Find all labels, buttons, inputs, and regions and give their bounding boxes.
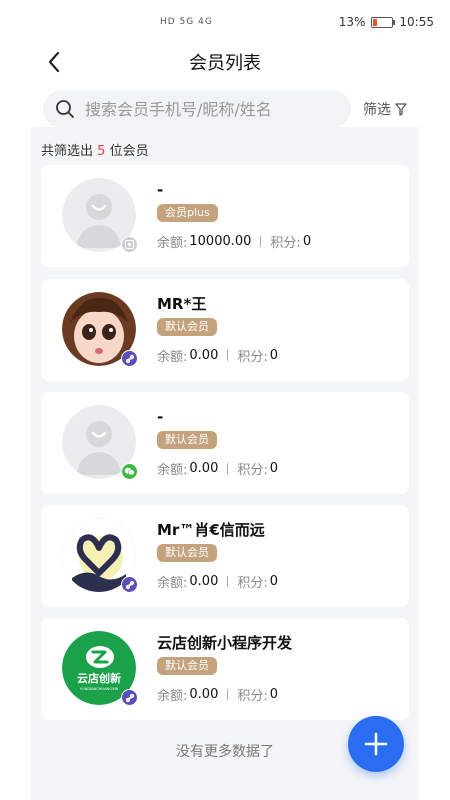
member-info: - 会员plus 余额: 10000.00 积分: 0	[157, 179, 311, 251]
avatar	[61, 517, 138, 593]
nav-bar: 会员列表	[0, 44, 450, 80]
result-count: 共筛选出 5 位会员	[41, 144, 149, 159]
back-button[interactable]	[40, 48, 68, 76]
avatar	[62, 178, 138, 253]
member-card[interactable]: - 会员plus 余额: 10000.00 积分: 0	[41, 165, 409, 267]
divider	[227, 463, 229, 474]
avatar	[62, 405, 138, 480]
points-value: 0	[269, 574, 279, 589]
member-info: Mr™肖€信而远 默认会员 余额: 0.00 积分: 0	[157, 519, 278, 591]
filter-icon	[395, 102, 407, 116]
member-level-tag: 默认会员	[157, 657, 217, 675]
balance-value: 0.00	[189, 574, 219, 589]
mini-program-icon	[121, 576, 138, 593]
member-stats: 余额: 0.00 积分: 0	[157, 687, 279, 704]
search-box[interactable]	[43, 90, 351, 128]
plus-icon	[364, 732, 388, 756]
status-right: 13% 10:55	[339, 15, 434, 29]
battery-percent: 13%	[338, 15, 366, 29]
points-value: 0	[269, 348, 279, 363]
logo-subtext: YUNDIANCHUANGXIN	[80, 687, 119, 691]
image-icon	[121, 236, 138, 253]
divider	[227, 689, 229, 700]
chevron-left-icon	[48, 51, 60, 73]
status-bar: HD 5G 4G 13% 10:55	[0, 0, 450, 44]
balance-value: 10000.00	[189, 234, 252, 249]
balance-value: 0.00	[189, 348, 219, 363]
member-info: 云店创新小程序开发 默认会员 余额: 0.00 积分: 0	[157, 632, 292, 704]
filter-button[interactable]: 筛选	[363, 99, 407, 119]
points-value: 0	[269, 461, 279, 476]
member-level-tag: 默认会员	[157, 544, 217, 562]
divider	[227, 576, 229, 587]
member-name: -	[157, 408, 164, 426]
result-count-number: 5	[97, 144, 106, 159]
member-stats: 余额: 0.00 积分: 0	[157, 348, 279, 365]
member-stats: 余额: 10000.00 积分: 0	[157, 234, 312, 251]
search-row: 筛选	[0, 80, 450, 132]
logo-text: 云店创新	[77, 671, 121, 685]
member-level-tag: 默认会员	[157, 431, 217, 449]
member-level-tag: 默认会员	[157, 318, 217, 336]
member-name: 云店创新小程序开发	[157, 634, 293, 652]
add-member-button[interactable]	[348, 716, 404, 772]
member-stats: 余额: 0.00 积分: 0	[157, 461, 279, 478]
member-level-tag: 会员plus	[157, 204, 218, 222]
member-card[interactable]: MR*王 默认会员 余额: 0.00 积分: 0	[41, 279, 409, 381]
wechat-icon	[121, 463, 138, 480]
mini-program-icon	[121, 350, 138, 367]
divider	[227, 350, 229, 361]
filter-label: 筛选	[363, 102, 391, 118]
avatar: 云店创新 YUNDIANCHUANGXIN	[62, 631, 138, 706]
balance-value: 0.00	[189, 687, 219, 702]
clock: 10:55	[399, 15, 434, 29]
points-value: 0	[302, 234, 312, 249]
member-info: MR*王 默认会员 余额: 0.00 积分: 0	[157, 293, 278, 365]
battery-icon	[371, 16, 396, 28]
member-list[interactable]: 共筛选出 5 位会员 - 会员plus 余额: 10000.00 积分: 0 M…	[31, 127, 419, 800]
avatar	[62, 292, 138, 367]
member-info: - 默认会员 余额: 0.00 积分: 0	[157, 406, 278, 478]
balance-value: 0.00	[189, 461, 219, 476]
divider	[260, 236, 262, 247]
member-name: MR*王	[157, 295, 207, 313]
member-card[interactable]: Mr™肖€信而远 默认会员 余额: 0.00 积分: 0	[41, 505, 409, 607]
member-name: Mr™肖€信而远	[157, 521, 265, 539]
search-icon	[56, 100, 74, 118]
page-title: 会员列表	[189, 53, 261, 74]
member-name: -	[157, 181, 164, 199]
points-value: 0	[269, 687, 279, 702]
search-input[interactable]	[85, 99, 325, 119]
member-card[interactable]: 云店创新 YUNDIANCHUANGXIN 云店创新小程序开发 默认会员 余额:…	[41, 618, 409, 720]
member-card[interactable]: - 默认会员 余额: 0.00 积分: 0	[41, 392, 409, 494]
member-stats: 余额: 0.00 积分: 0	[157, 574, 279, 591]
mini-program-icon	[121, 689, 138, 706]
signal-indicator: HD 5G 4G	[160, 17, 213, 27]
